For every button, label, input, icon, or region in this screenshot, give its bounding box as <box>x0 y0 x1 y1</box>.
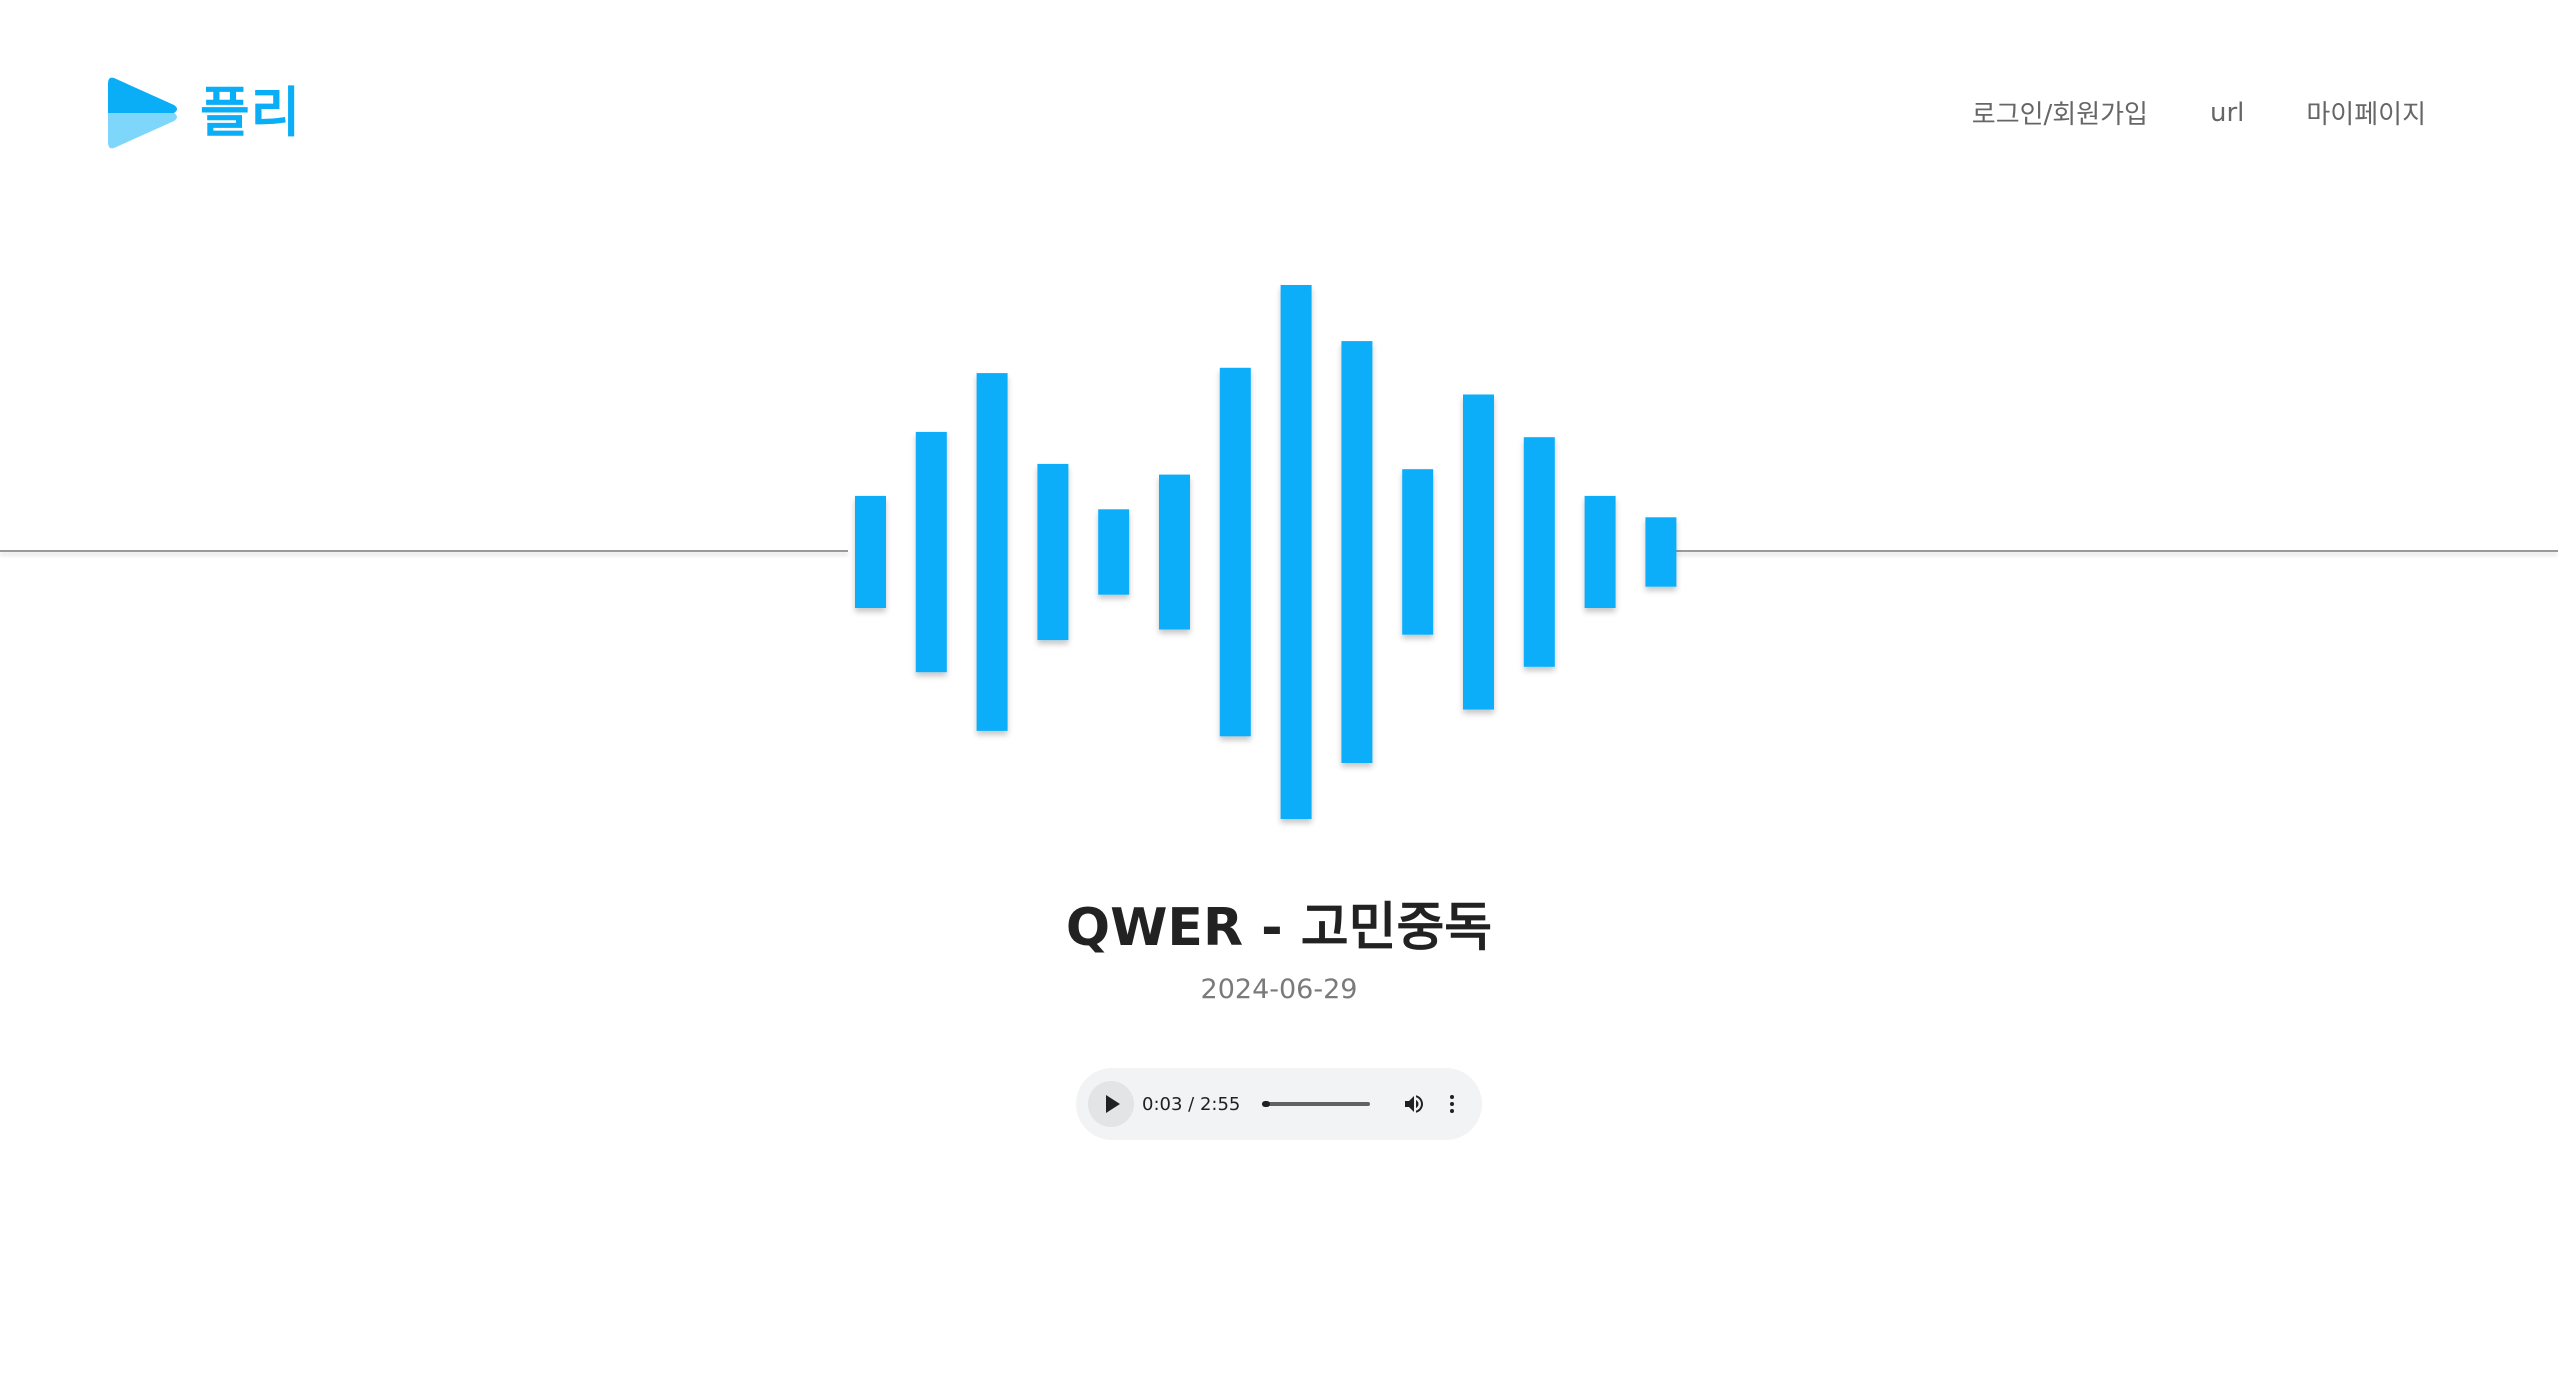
waveform-bar <box>976 373 1008 731</box>
waveform-bar <box>855 495 886 608</box>
waveform-visualizer <box>855 285 1677 819</box>
volume-button[interactable] <box>1400 1090 1428 1118</box>
nav-login-signup[interactable]: 로그인/회원가입 <box>1972 94 2148 131</box>
waveform-bar <box>1341 341 1373 763</box>
more-options-button[interactable] <box>1442 1090 1462 1118</box>
more-options-dot <box>1450 1102 1455 1106</box>
volume-icon <box>1405 1095 1424 1113</box>
song-title: QWER - 고민중독 <box>1065 898 1493 958</box>
play-button[interactable] <box>1088 1081 1134 1127</box>
time-display: 0:03 / 2:55 <box>1142 1094 1240 1115</box>
more-options-dot <box>1450 1109 1455 1113</box>
brand-name: 플리 <box>200 81 302 144</box>
waveform-bar <box>1645 517 1677 587</box>
nav-url[interactable]: url <box>2210 98 2244 128</box>
duration: 2:55 <box>1199 1093 1241 1115</box>
nav-mypage[interactable]: 마이페이지 <box>2306 94 2426 131</box>
waveform-baseline-right <box>1676 550 2558 552</box>
top-nav: 로그인/회원가입 url 마이페이지 <box>1910 94 2426 131</box>
audio-player: 0:03 / 2:55 <box>1076 1068 1482 1140</box>
play-logo-icon <box>108 77 177 149</box>
brand-logo[interactable]: 플리 <box>108 76 301 150</box>
seek-bar[interactable] <box>1262 1101 1371 1107</box>
waveform-bar <box>915 431 947 673</box>
current-time: 0:03 <box>1142 1093 1183 1115</box>
more-options-icon <box>1450 1095 1455 1099</box>
waveform-bar <box>1280 285 1312 819</box>
waveform-baseline-left <box>0 550 848 552</box>
seek-bar-fill <box>1262 1101 1271 1107</box>
waveform-bar <box>1523 437 1555 667</box>
waveform-bar <box>1037 463 1069 641</box>
time-separator: / <box>1182 1093 1200 1115</box>
song-date: 2024-06-29 <box>1200 974 1358 1005</box>
waveform-bar <box>1098 509 1130 595</box>
waveform-bar <box>1584 495 1616 608</box>
waveform-bar <box>1219 367 1251 737</box>
play-icon <box>1106 1095 1120 1113</box>
waveform-bar <box>1402 469 1434 635</box>
waveform-bar <box>1463 394 1494 710</box>
page: 플리 로그인/회원가입 url 마이페이지 QWER - 고민중독 2024-0… <box>0 0 2558 1381</box>
waveform-bar <box>1159 474 1190 630</box>
